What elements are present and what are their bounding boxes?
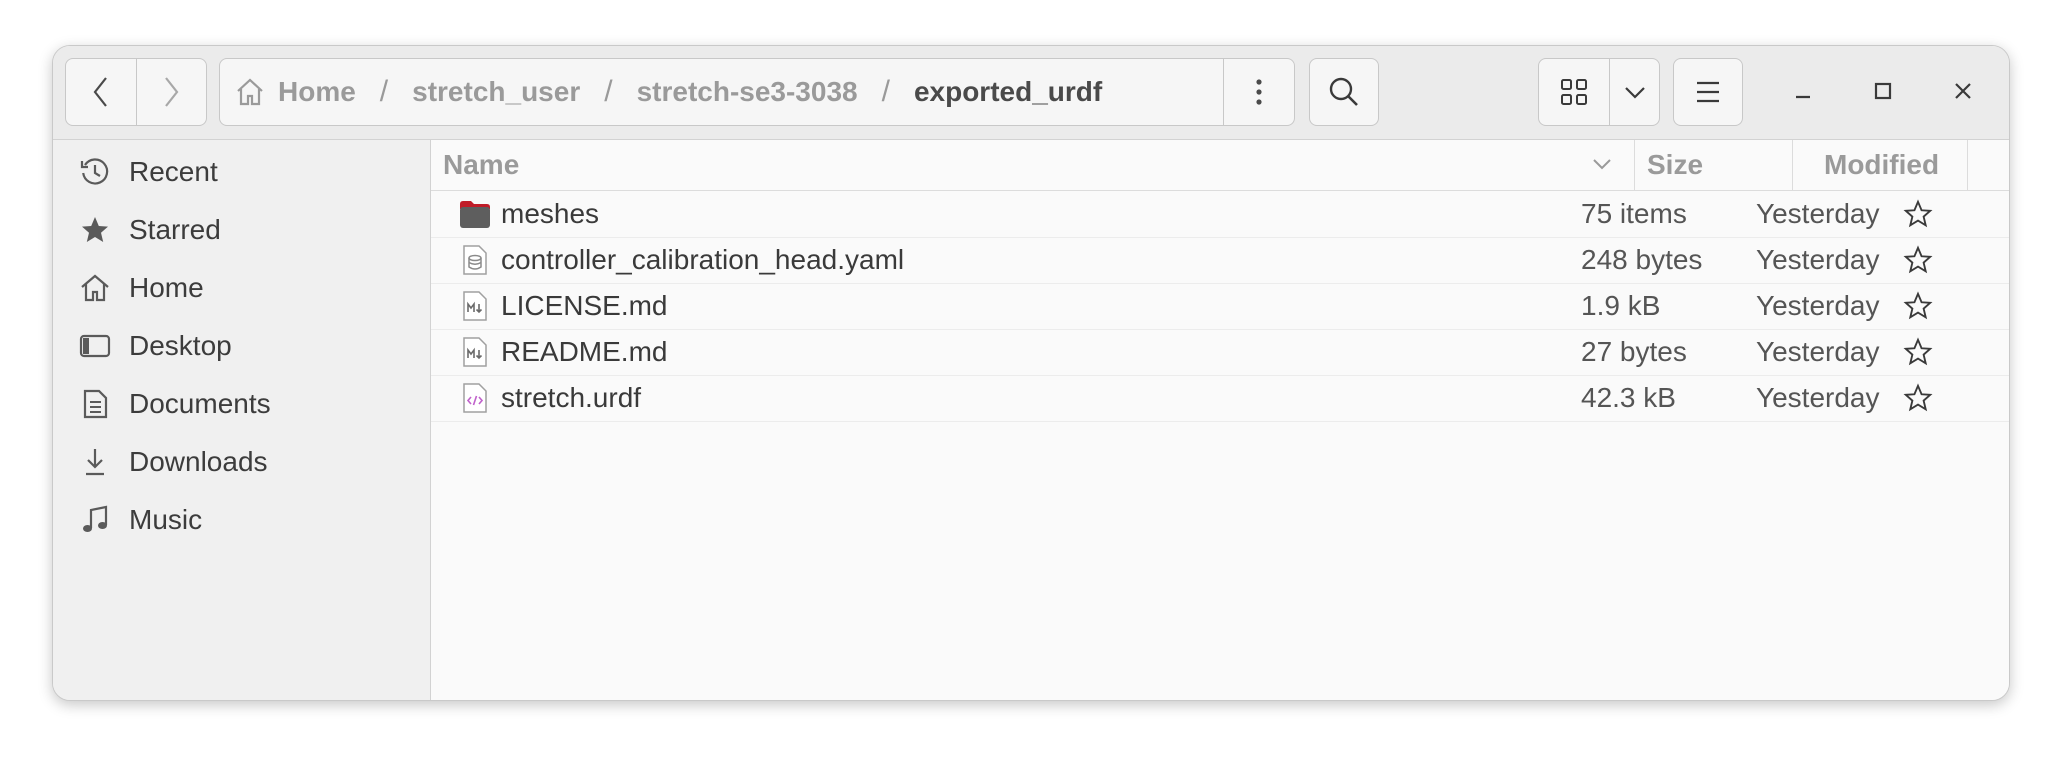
- sidebar-item-documents[interactable]: Documents: [53, 374, 430, 434]
- folder-icon: [460, 201, 490, 228]
- sidebar-item-label: Documents: [129, 388, 271, 419]
- column-divider: [1792, 140, 1793, 190]
- file-modified: Yesterday: [1756, 336, 1880, 367]
- sidebar-item-label: Music: [129, 504, 203, 535]
- path-bar: Home / stretch_user / stretch-se3-3038 /…: [219, 58, 1295, 126]
- column-header-name-label: Name: [443, 149, 520, 180]
- file-row-license[interactable]: LICENSE.md 1.9 kB Yesterday: [431, 283, 2009, 330]
- file-modified: Yesterday: [1756, 290, 1880, 321]
- sort-chevron-down-icon[interactable]: [1591, 156, 1613, 172]
- maximize-button[interactable]: [1858, 66, 1908, 116]
- file-size: 75 items: [1581, 198, 1687, 229]
- sidebar: Recent Starred Home Desktop Documents Do…: [53, 140, 431, 700]
- download-icon: [79, 446, 111, 478]
- header-bar: Home / stretch_user / stretch-se3-3038 /…: [53, 46, 2009, 140]
- star-outline-icon[interactable]: [1902, 382, 1934, 414]
- more-vertical-icon: [1256, 79, 1262, 105]
- file-modified: Yesterday: [1756, 244, 1880, 275]
- file-modified: Yesterday: [1756, 382, 1880, 413]
- sidebar-item-downloads[interactable]: Downloads: [53, 432, 430, 492]
- maximize-icon: [1874, 82, 1892, 100]
- minimize-icon: [1796, 95, 1810, 99]
- forward-button[interactable]: [135, 59, 207, 125]
- breadcrumb-separator: /: [604, 75, 613, 108]
- file-list-view: Name Size Modified meshes 75 items Yeste…: [431, 140, 2009, 700]
- view-options-dropdown[interactable]: [1610, 59, 1659, 125]
- file-row-meshes[interactable]: meshes 75 items Yesterday: [431, 191, 2009, 238]
- chevron-down-icon: [1624, 87, 1645, 99]
- clock-icon: [79, 156, 111, 188]
- markdown-file-icon: [463, 291, 487, 321]
- main-menu-button[interactable]: [1673, 58, 1743, 126]
- navigation-buttons: [65, 58, 207, 126]
- file-row-controller-calibration[interactable]: controller_calibration_head.yaml 248 byt…: [431, 237, 2009, 284]
- grid-view-button[interactable]: [1539, 59, 1610, 125]
- file-size: 248 bytes: [1581, 244, 1703, 275]
- star-outline-icon[interactable]: [1902, 198, 1934, 230]
- column-header-name[interactable]: Name: [443, 140, 1543, 190]
- breadcrumb-current-folder[interactable]: exported_urdf: [914, 76, 1102, 108]
- column-divider: [1634, 140, 1635, 190]
- file-name: stretch.urdf: [501, 382, 642, 413]
- column-header-size-label: Size: [1647, 149, 1704, 180]
- view-toggle-group: [1538, 58, 1660, 126]
- breadcrumb-stretch-se3[interactable]: stretch-se3-3038: [637, 76, 858, 108]
- sidebar-item-music[interactable]: Music: [53, 490, 430, 550]
- close-icon: [1955, 83, 1971, 99]
- file-name: controller_calibration_head.yaml: [501, 244, 905, 275]
- column-header-modified-label: Modified: [1824, 149, 1940, 180]
- file-row-readme[interactable]: README.md 27 bytes Yesterday: [431, 329, 2009, 376]
- home-icon: [79, 272, 111, 304]
- file-modified: Yesterday: [1756, 198, 1880, 229]
- music-icon: [79, 504, 111, 536]
- path-menu-button[interactable]: [1223, 59, 1294, 125]
- breadcrumb-separator: /: [881, 75, 890, 108]
- document-icon: [79, 388, 111, 420]
- file-size: 42.3 kB: [1581, 382, 1676, 413]
- sidebar-item-label: Home: [129, 272, 204, 303]
- column-divider: [1967, 140, 1968, 190]
- breadcrumb: Home / stretch_user / stretch-se3-3038 /…: [220, 59, 1223, 125]
- file-row-stretch-urdf[interactable]: stretch.urdf 42.3 kB Yesterday: [431, 375, 2009, 422]
- chevron-left-icon: [93, 77, 107, 107]
- breadcrumb-stretch-user[interactable]: stretch_user: [412, 76, 580, 108]
- sidebar-item-label: Starred: [129, 214, 221, 245]
- sidebar-item-desktop[interactable]: Desktop: [53, 316, 430, 376]
- sidebar-item-home[interactable]: Home: [53, 258, 430, 318]
- file-manager-window: Home / stretch_user / stretch-se3-3038 /…: [52, 45, 2010, 701]
- code-file-icon: [463, 383, 487, 413]
- close-button[interactable]: [1938, 66, 1988, 116]
- file-name: LICENSE.md: [501, 290, 668, 321]
- file-name: meshes: [501, 198, 600, 229]
- home-icon: [237, 78, 263, 106]
- chevron-right-icon: [165, 77, 179, 107]
- star-outline-icon[interactable]: [1902, 336, 1934, 368]
- star-outline-icon[interactable]: [1902, 244, 1934, 276]
- back-button[interactable]: [66, 59, 136, 125]
- star-outline-icon[interactable]: [1902, 290, 1934, 322]
- minimize-button[interactable]: [1778, 66, 1828, 116]
- file-size: 1.9 kB: [1581, 290, 1661, 321]
- sidebar-item-label: Recent: [129, 156, 218, 187]
- file-size: 27 bytes: [1581, 336, 1687, 367]
- database-file-icon: [463, 245, 487, 275]
- search-button[interactable]: [1309, 58, 1379, 126]
- column-header-row: Name Size Modified: [431, 140, 2009, 191]
- sidebar-item-starred[interactable]: Starred: [53, 200, 430, 260]
- desktop-icon: [79, 330, 111, 362]
- column-header-size[interactable]: Size: [1647, 140, 1703, 190]
- star-icon: [79, 214, 111, 246]
- search-icon: [1329, 77, 1358, 106]
- markdown-file-icon: [463, 337, 487, 367]
- breadcrumb-home[interactable]: Home: [278, 76, 356, 108]
- sidebar-item-label: Desktop: [129, 330, 232, 361]
- grid-icon: [1561, 79, 1587, 105]
- breadcrumb-separator: /: [379, 75, 389, 108]
- column-header-modified[interactable]: Modified: [1824, 140, 1939, 190]
- hamburger-menu-icon: [1697, 81, 1719, 103]
- sidebar-item-label: Downloads: [129, 446, 268, 477]
- file-name: README.md: [501, 336, 668, 367]
- sidebar-item-recent[interactable]: Recent: [53, 142, 430, 202]
